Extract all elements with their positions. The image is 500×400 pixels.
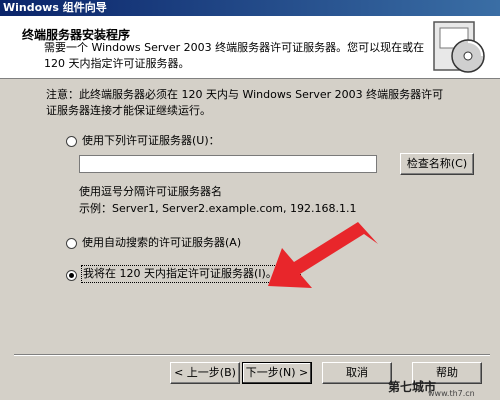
wizard-header: 终端服务器安装程序 需要一个 Windows Server 2003 终端服务器… <box>0 16 500 79</box>
hint-text: 使用逗号分隔许可证服务器名 <box>79 185 222 198</box>
license-server-input[interactable] <box>79 155 377 173</box>
header-description: 需要一个 Windows Server 2003 终端服务器许可证服务器。您可以… <box>44 41 425 70</box>
title-bar: Windows 组件向导 <box>0 0 500 16</box>
notice-text: 注意：此终端服务器必须在 120 天内与 Windows Server 2003… <box>46 88 444 117</box>
footer-divider <box>14 354 490 356</box>
radio-label-auto-discover: 使用自动搜索的许可证服务器(A) <box>82 236 242 249</box>
wizard-window: Windows 组件向导 终端服务器安装程序 需要一个 Windows Serv… <box>0 0 500 400</box>
next-button[interactable]: 下一步(N) > <box>242 362 312 384</box>
radio-use-license-server[interactable] <box>66 136 77 147</box>
cd-box-icon <box>433 21 485 73</box>
watermark-url: www.th7.cn <box>428 389 475 398</box>
example-text: 示例：Server1, Server2.example.com, 192.168… <box>79 202 357 215</box>
radio-label-specify-later: 我将在 120 天内指定许可证服务器(I)。 <box>83 267 277 280</box>
radio-label-use-license-server: 使用下列许可证服务器(U)： <box>82 134 220 147</box>
radio-specify-later[interactable] <box>66 270 77 281</box>
check-name-button[interactable]: 检查名称(C) <box>400 153 474 175</box>
cancel-button[interactable]: 取消 <box>322 362 392 384</box>
back-button[interactable]: < 上一步(B) <box>170 362 240 384</box>
radio-auto-discover[interactable] <box>66 238 77 249</box>
